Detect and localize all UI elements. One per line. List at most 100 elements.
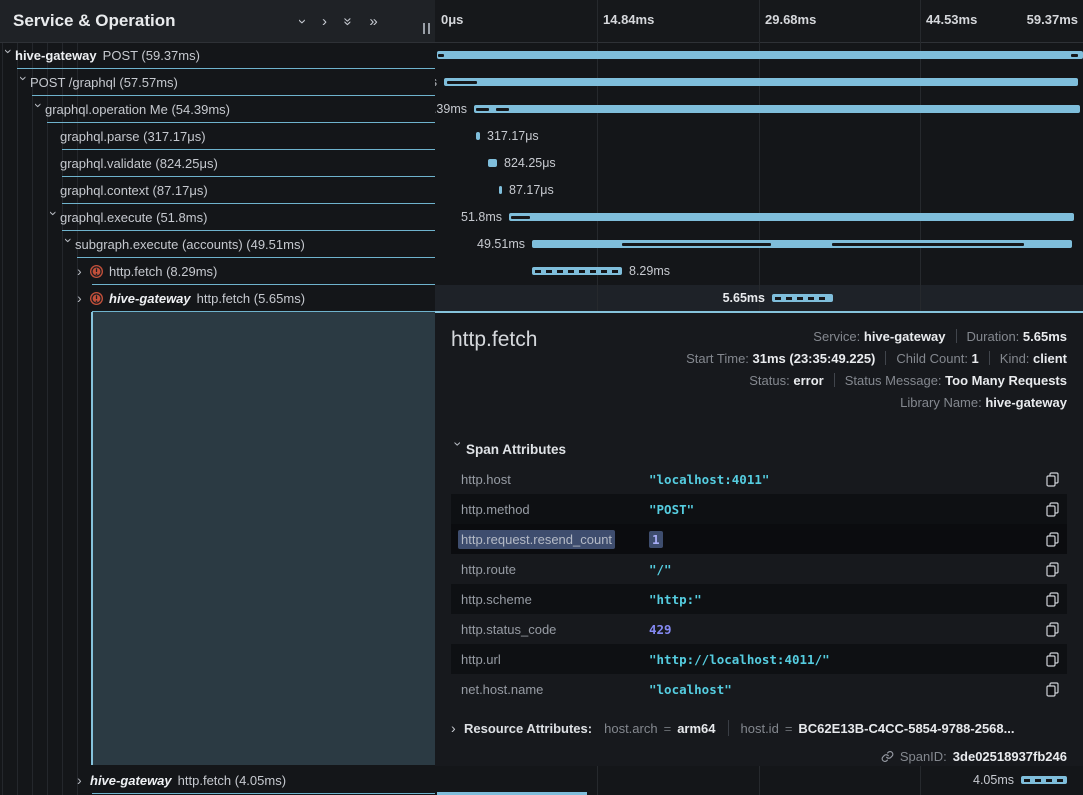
- copy-icon[interactable]: [1046, 472, 1059, 487]
- meta-value: client: [1033, 351, 1067, 366]
- attribute-row[interactable]: http.status_code429: [451, 614, 1067, 644]
- span-duration-label: 54.39ms: [435, 96, 467, 123]
- collapse-all-icon[interactable]: »: [341, 17, 356, 25]
- attribute-key: http.host: [461, 472, 649, 487]
- attribute-row[interactable]: http.method"POST": [451, 494, 1067, 524]
- link-icon[interactable]: [881, 750, 894, 763]
- copy-icon[interactable]: [1046, 532, 1059, 547]
- span-tree-row[interactable]: graphql.context (87.17μs): [0, 177, 435, 204]
- span-duration-bar[interactable]: [488, 159, 497, 167]
- attribute-row[interactable]: http.host"localhost:4011": [451, 464, 1067, 494]
- resource-value: BC62E13B-C4CC-5854-9788-2568...: [798, 721, 1014, 736]
- span-duration-bar[interactable]: [444, 78, 1078, 86]
- selected-span-expanded-area: [91, 312, 435, 765]
- expand-all-icon[interactable]: »: [369, 14, 377, 29]
- meta-value: hive-gateway: [985, 395, 1067, 410]
- collapse-one-icon[interactable]: ›: [295, 19, 310, 24]
- span-timeline-row: [437, 42, 1083, 69]
- span-duration-bar[interactable]: [509, 213, 1074, 221]
- span-detail-title: http.fetch: [451, 328, 537, 352]
- meta-divider: [834, 373, 835, 387]
- meta-divider: [989, 351, 990, 365]
- chevron-right-icon[interactable]: ›: [77, 285, 90, 312]
- span-tree-row[interactable]: ›hive-gatewayPOST (59.37ms): [0, 42, 435, 69]
- meta-value: Too Many Requests: [945, 373, 1067, 388]
- span-duration-bar[interactable]: [437, 51, 1083, 59]
- copy-icon[interactable]: [1046, 562, 1059, 577]
- span-duration-label: 57.57ms: [435, 69, 437, 96]
- attribute-value: "http://localhost:4011/": [649, 652, 830, 667]
- span-tree-row[interactable]: ›graphql.operation Me (54.39ms): [0, 96, 435, 123]
- span-operation-name: http.fetch (4.05ms): [178, 773, 286, 788]
- attribute-value: 1: [649, 532, 663, 547]
- span-operation-name: graphql.context (87.17μs): [60, 183, 208, 198]
- span-tree-row[interactable]: ›http.fetch (8.29ms): [0, 258, 435, 285]
- bar-gap-mark: [438, 54, 444, 57]
- meta-value: 5.65ms: [1023, 329, 1067, 344]
- resource-attributes-row[interactable]: ›Resource Attributes:host.arch=arm64host…: [451, 716, 1067, 740]
- attribute-key: http.url: [461, 652, 649, 667]
- attribute-row[interactable]: net.host.name"localhost": [451, 674, 1067, 704]
- chevron-right-icon[interactable]: ›: [77, 258, 90, 285]
- chevron-down-icon[interactable]: ›: [25, 103, 52, 116]
- span-timeline-row: 87.17μs: [437, 177, 1083, 204]
- span-tree-row[interactable]: ›hive-gatewayhttp.fetch (5.65ms): [0, 285, 435, 312]
- chevron-down-icon[interactable]: ›: [55, 238, 82, 251]
- span-timeline-row: 317.17μs: [437, 123, 1083, 150]
- meta-value: 31ms (23:35:49.225): [753, 351, 876, 366]
- expand-one-icon[interactable]: ›: [322, 14, 327, 29]
- attribute-row[interactable]: http.request.resend_count1: [451, 524, 1067, 554]
- span-duration-label: 824.25μs: [504, 150, 556, 177]
- resource-value: arm64: [677, 721, 715, 736]
- bar-dashed-mark: [1024, 779, 1064, 782]
- span-duration-label: 49.51ms: [477, 231, 525, 258]
- span-operation-name: POST /graphql (57.57ms): [30, 75, 178, 90]
- span-duration-label: 4.05ms: [973, 767, 1014, 794]
- chevron-down-icon[interactable]: ›: [0, 49, 22, 62]
- timeline-tick: 29.68ms: [765, 0, 816, 40]
- attribute-value: "/": [649, 562, 672, 577]
- span-attributes-section-toggle[interactable]: ›Span Attributes: [451, 441, 566, 457]
- span-tree-row[interactable]: ›subgraph.execute (accounts) (49.51ms): [0, 231, 435, 258]
- copy-icon[interactable]: [1046, 622, 1059, 637]
- attribute-row[interactable]: http.url"http://localhost:4011/": [451, 644, 1067, 674]
- span-duration-label: 87.17μs: [509, 177, 554, 204]
- span-tree-row[interactable]: graphql.validate (824.25μs): [0, 150, 435, 177]
- span-duration-bar[interactable]: [476, 132, 480, 140]
- span-operation-name: graphql.operation Me (54.39ms): [45, 102, 230, 117]
- attribute-key: http.route: [461, 562, 649, 577]
- span-tree-row[interactable]: ›graphql.execute (51.8ms): [0, 204, 435, 231]
- span-meta-line: Library Name: hive-gateway: [686, 392, 1067, 414]
- chevron-right-icon[interactable]: ›: [77, 767, 90, 794]
- span-duration-bar[interactable]: [474, 105, 1080, 113]
- tree-header: Service & Operation › › » »: [0, 0, 435, 43]
- chevron-down-icon[interactable]: ›: [40, 211, 67, 224]
- copy-icon[interactable]: [1046, 502, 1059, 517]
- attribute-row[interactable]: http.route"/": [451, 554, 1067, 584]
- tree-header-title: Service & Operation: [13, 0, 176, 42]
- copy-icon[interactable]: [1046, 682, 1059, 697]
- meta-label: Status:: [749, 373, 793, 388]
- bar-gap-mark: [622, 243, 771, 246]
- meta-label: Child Count:: [896, 351, 971, 366]
- attribute-key: http.scheme: [461, 592, 649, 607]
- span-timeline-row: 49.51ms: [437, 231, 1083, 258]
- span-tree-row[interactable]: ›POST /graphql (57.57ms): [0, 69, 435, 96]
- column-resize-grip[interactable]: [423, 23, 430, 34]
- attribute-row[interactable]: http.scheme"http:": [451, 584, 1067, 614]
- attribute-key: net.host.name: [461, 682, 649, 697]
- chevron-down-icon[interactable]: ›: [10, 76, 37, 89]
- meta-value: 1: [972, 351, 979, 366]
- span-duration-bar[interactable]: [499, 186, 502, 194]
- span-id-label: SpanID:: [900, 749, 947, 764]
- copy-icon[interactable]: [1046, 592, 1059, 607]
- span-attributes-title: Span Attributes: [466, 442, 566, 457]
- meta-value: hive-gateway: [864, 329, 946, 344]
- bar-gap-mark: [447, 81, 477, 84]
- copy-icon[interactable]: [1046, 652, 1059, 667]
- span-tree-row[interactable]: ›hive-gateway http.fetch (4.05ms): [0, 767, 435, 794]
- equals-sign: =: [664, 721, 672, 736]
- span-service-name: hive-gateway: [90, 773, 172, 788]
- attribute-key: http.request.resend_count: [461, 532, 649, 547]
- span-tree-row[interactable]: graphql.parse (317.17μs): [0, 123, 435, 150]
